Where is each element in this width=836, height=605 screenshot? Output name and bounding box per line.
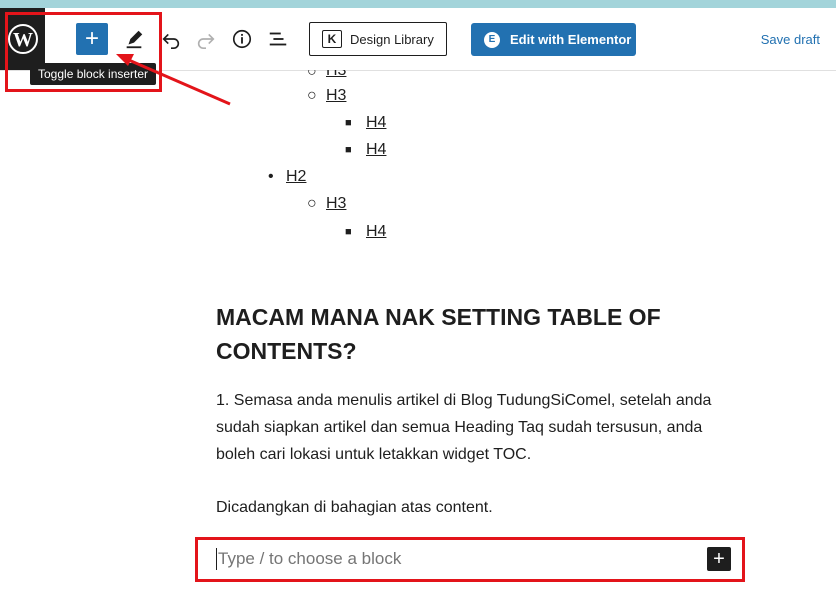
toc-bullet: ○	[307, 70, 317, 80]
elementor-label: Edit with Elementor	[510, 32, 632, 47]
design-library-label: Design Library	[350, 31, 434, 47]
toc-link[interactable]: H3	[326, 70, 346, 81]
list-view-icon	[269, 32, 287, 46]
save-draft-button[interactable]: Save draft	[761, 32, 820, 47]
toc-bullet: ■	[345, 144, 352, 156]
toc-link[interactable]: H4	[366, 113, 386, 133]
post-paragraph-2[interactable]: Dicadangkan di bahagian atas content.	[216, 494, 736, 521]
design-library-icon: K	[322, 30, 342, 48]
post-heading[interactable]: MACAM MANA NAK SETTING TABLE OF CONTENTS…	[216, 300, 696, 368]
toc-bullet: ■	[345, 117, 352, 129]
edit-with-elementor-button[interactable]: E Edit with Elementor	[471, 23, 636, 56]
post-paragraph-1[interactable]: 1. Semasa anda menulis artikel di Blog T…	[216, 387, 736, 468]
top-strip	[0, 0, 836, 8]
highlight-box-block-input	[195, 537, 745, 582]
toc-bullet: ○	[307, 87, 317, 104]
toc-link[interactable]: H2	[286, 167, 306, 187]
elementor-icon: E	[484, 31, 500, 48]
toc-bullet: ■	[345, 226, 352, 238]
annotation-arrow-icon	[116, 54, 231, 106]
toc-bullet: •	[268, 168, 274, 185]
toc-link[interactable]: H4	[366, 140, 386, 160]
list-view-button[interactable]	[262, 23, 294, 55]
toc-link[interactable]: H4	[366, 222, 386, 242]
design-library-button[interactable]: K Design Library	[309, 22, 447, 56]
toc-link[interactable]: H3	[326, 194, 346, 214]
toc-bullet: ○	[307, 195, 317, 212]
toc-link[interactable]: H3	[326, 86, 346, 106]
